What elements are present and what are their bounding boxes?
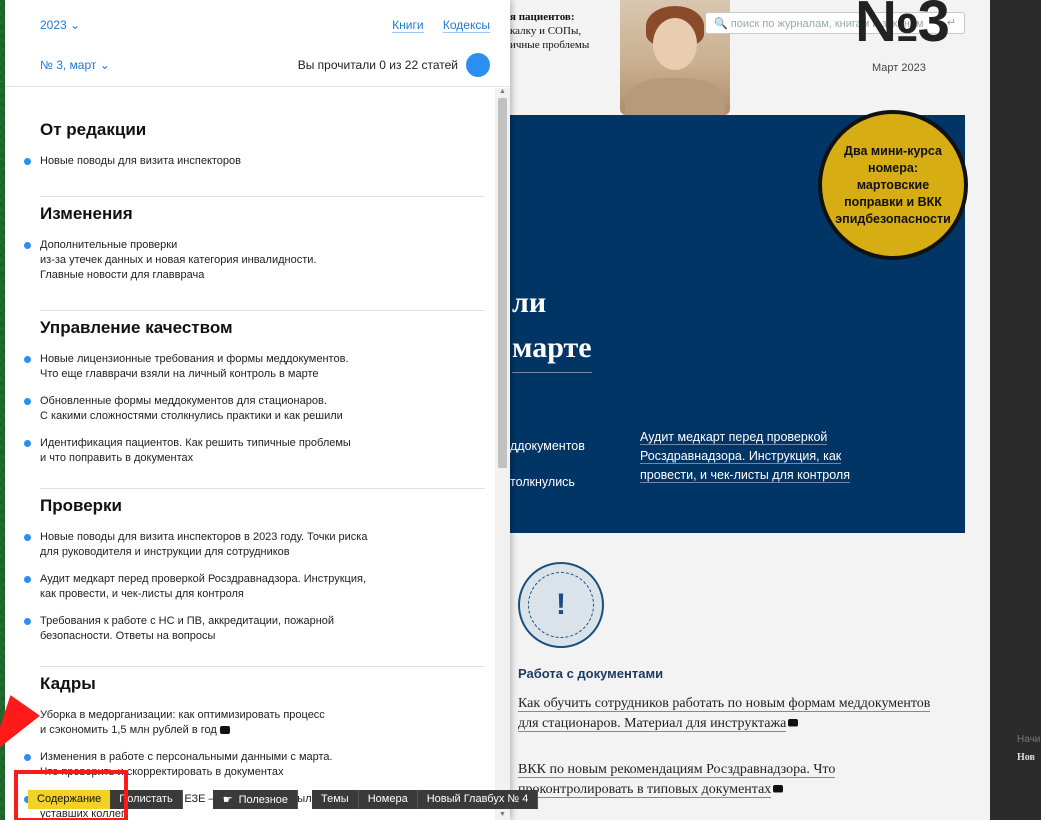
cover-teaser: я пациентов: калку и СОПы, ичные проблем…: [510, 11, 590, 51]
bullet-icon: [24, 356, 31, 363]
bullet-icon: [24, 440, 31, 447]
books-link[interactable]: Книги: [392, 18, 424, 33]
bullet-icon: [24, 618, 31, 625]
pointing-hand-icon: ☛: [222, 794, 233, 806]
chevron-down-icon: ⌄: [70, 18, 81, 32]
toc-article-link[interactable]: Новые поводы для визита инспекторов в 20…: [24, 530, 495, 560]
magazine-page: я пациентов: калку и СОПы, ичные проблем…: [480, 0, 990, 820]
issue-select[interactable]: № 3, март ⌄: [40, 58, 110, 72]
table-of-contents-panel: 2023 ⌄ Книги Кодексы № 3, март ⌄ Вы проч…: [5, 0, 510, 820]
toc-article-link[interactable]: Требования к работе с НС и ПВ, аккредита…: [24, 614, 495, 644]
search-icon: 🔍: [714, 18, 728, 30]
cover-headline: ли марте: [512, 280, 592, 373]
divider: [40, 488, 485, 489]
toc-section-inspections: Проверки Новые поводы для визита инспект…: [5, 496, 495, 656]
article-link-vkk[interactable]: ВКК по новым рекомендациям Росздравнадзо…: [518, 760, 938, 800]
toc-section-editorial: От редакции Новые поводы для визита инсп…: [5, 120, 495, 181]
bullet-icon: [24, 534, 31, 541]
toc-top-bar: 2023 ⌄ Книги Кодексы: [40, 18, 490, 34]
mini-course-badge[interactable]: Два мини-курса номера: мартовские поправ…: [818, 110, 968, 260]
toc-article-link[interactable]: Дополнительные проверки из-за утечек дан…: [24, 238, 495, 283]
reading-progress: Вы прочитали 0 из 22 статей: [297, 58, 458, 72]
scrollbar-thumb[interactable]: [498, 98, 507, 468]
right-side-panel: Начи Нов: [990, 0, 1041, 820]
bullet-icon: [24, 242, 31, 249]
bullet-icon: [24, 158, 31, 165]
divider: [40, 196, 485, 197]
scroll-up-icon[interactable]: ▲: [499, 88, 506, 95]
video-icon: [788, 719, 799, 727]
cover-link-left[interactable]: ддокументов толкнулись: [510, 428, 585, 500]
enter-icon: ↵: [946, 17, 956, 29]
toc-article-link[interactable]: Обновленные формы меддокументов для стац…: [24, 394, 495, 424]
cover-link-audit[interactable]: Аудит медкарт перед проверкой Росздравна…: [640, 428, 860, 485]
toc-article-link[interactable]: Идентификация пациентов. Как решить типи…: [24, 436, 495, 466]
progress-indicator-icon: [466, 53, 490, 77]
toc-section-changes: Изменения Дополнительные проверки из-за …: [5, 204, 495, 295]
chevron-down-icon: ⌄: [99, 58, 110, 72]
divider: [5, 86, 510, 87]
useful-button[interactable]: ☛ Полезное: [212, 790, 299, 809]
issue-number: №3: [855, 0, 950, 54]
toc-article-link[interactable]: Уборка в медорганизации: как оптимизиров…: [24, 708, 495, 738]
toc-article-link[interactable]: Новые поводы для визита инспекторов: [24, 154, 495, 169]
video-icon: [219, 726, 230, 734]
toc-scrollbar[interactable]: ▲ ▼: [495, 88, 510, 820]
scroll-down-icon[interactable]: ▼: [499, 811, 506, 818]
issue-date: Март 2023: [872, 62, 926, 74]
section-heading-documents: Работа с документами: [518, 666, 664, 681]
document-warning-icon: !: [518, 562, 604, 648]
year-select[interactable]: 2023 ⌄: [40, 18, 80, 32]
divider: [40, 666, 485, 667]
themes-button[interactable]: Темы: [312, 790, 359, 809]
toc-article-link[interactable]: Новые лицензионные требования и формы ме…: [24, 352, 495, 382]
video-icon: [773, 785, 784, 793]
issues-button[interactable]: Номера: [358, 790, 418, 809]
bullet-icon: [24, 398, 31, 405]
bullet-icon: [24, 576, 31, 583]
toc-article-link[interactable]: Аудит медкарт перед проверкой Росздравна…: [24, 572, 495, 602]
article-link-training[interactable]: Как обучить сотрудников работать по новы…: [518, 694, 938, 734]
toc-section-quality: Управление качеством Новые лицензионные …: [5, 318, 495, 478]
annotation-highlight-box: [14, 770, 128, 820]
codes-link[interactable]: Кодексы: [442, 18, 490, 33]
toc-issue-bar: № 3, март ⌄ Вы прочитали 0 из 22 статей: [40, 53, 490, 77]
new-issue-button[interactable]: Новый Главбух № 4: [417, 790, 539, 809]
divider: [40, 310, 485, 311]
bullet-icon: [24, 754, 31, 761]
toc-list: От редакции Новые поводы для визита инсп…: [5, 96, 495, 820]
